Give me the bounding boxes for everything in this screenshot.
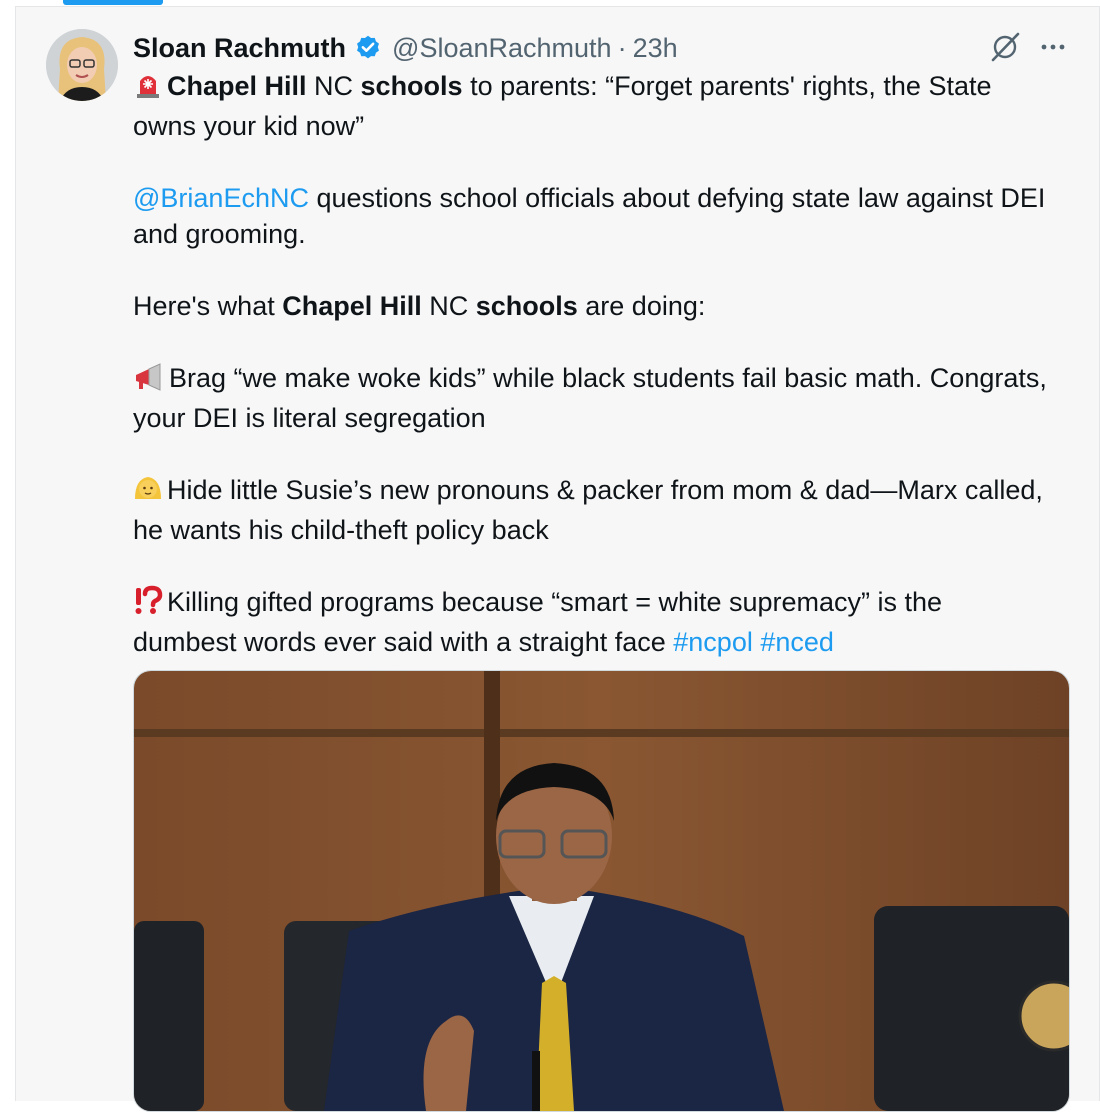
verified-badge-icon[interactable] [354,34,382,62]
child-emoji [133,473,163,512]
megaphone-emoji [133,363,165,400]
bold-text: schools [475,291,578,321]
timestamp[interactable]: 23h [633,33,678,64]
tweet-paragraph-3: Here's what Chapel Hill NC schools are d… [133,288,1053,324]
text: Brag “we make woke kids” while black stu… [133,363,1047,433]
bold-text: schools [360,71,463,101]
bold-text: Chapel Hill [282,291,422,321]
tweet-paragraph-6: Killing gifted programs because “smart =… [133,584,1053,660]
active-tab-indicator [63,0,163,5]
author-name[interactable]: Sloan Rachmuth [133,33,346,64]
tweet-paragraph-4: Brag “we make woke kids” while black stu… [133,360,1053,436]
tweet-paragraph-5: Hide little Susie’s new pronouns & packe… [133,472,1053,548]
tweet-paragraph-1: Chapel Hill NC schools to parents: “Forg… [133,68,1053,144]
separator-dot: · [617,32,627,63]
avatar[interactable] [46,29,118,101]
tweet-text: Chapel Hill NC schools to parents: “Forg… [133,68,1053,660]
text: are doing: [577,291,706,321]
text: Hide little Susie’s new pronouns & packe… [133,475,1043,545]
tweet-header: Sloan Rachmuth @SloanRachmuth · 23h [133,26,678,70]
text: NC [421,291,476,321]
tweet-media-image[interactable] [133,670,1070,1112]
tweet-paragraph-2: @BrianEchNC questions school officials a… [133,180,1053,252]
hashtag-link[interactable]: #nced [760,627,834,657]
author-handle[interactable]: @SloanRachmuth [392,33,612,64]
text: Here's what [133,291,283,321]
text: NC [306,71,361,101]
hashtag-link[interactable]: #ncpol [673,627,753,657]
rotating-light-emoji [133,69,163,108]
bold-text: Chapel Hill [167,71,307,101]
grok-icon[interactable] [988,32,1022,62]
mention-link[interactable]: @BrianEchNC [133,183,309,213]
more-icon[interactable] [1038,35,1068,59]
interrobang-emoji [133,585,163,624]
